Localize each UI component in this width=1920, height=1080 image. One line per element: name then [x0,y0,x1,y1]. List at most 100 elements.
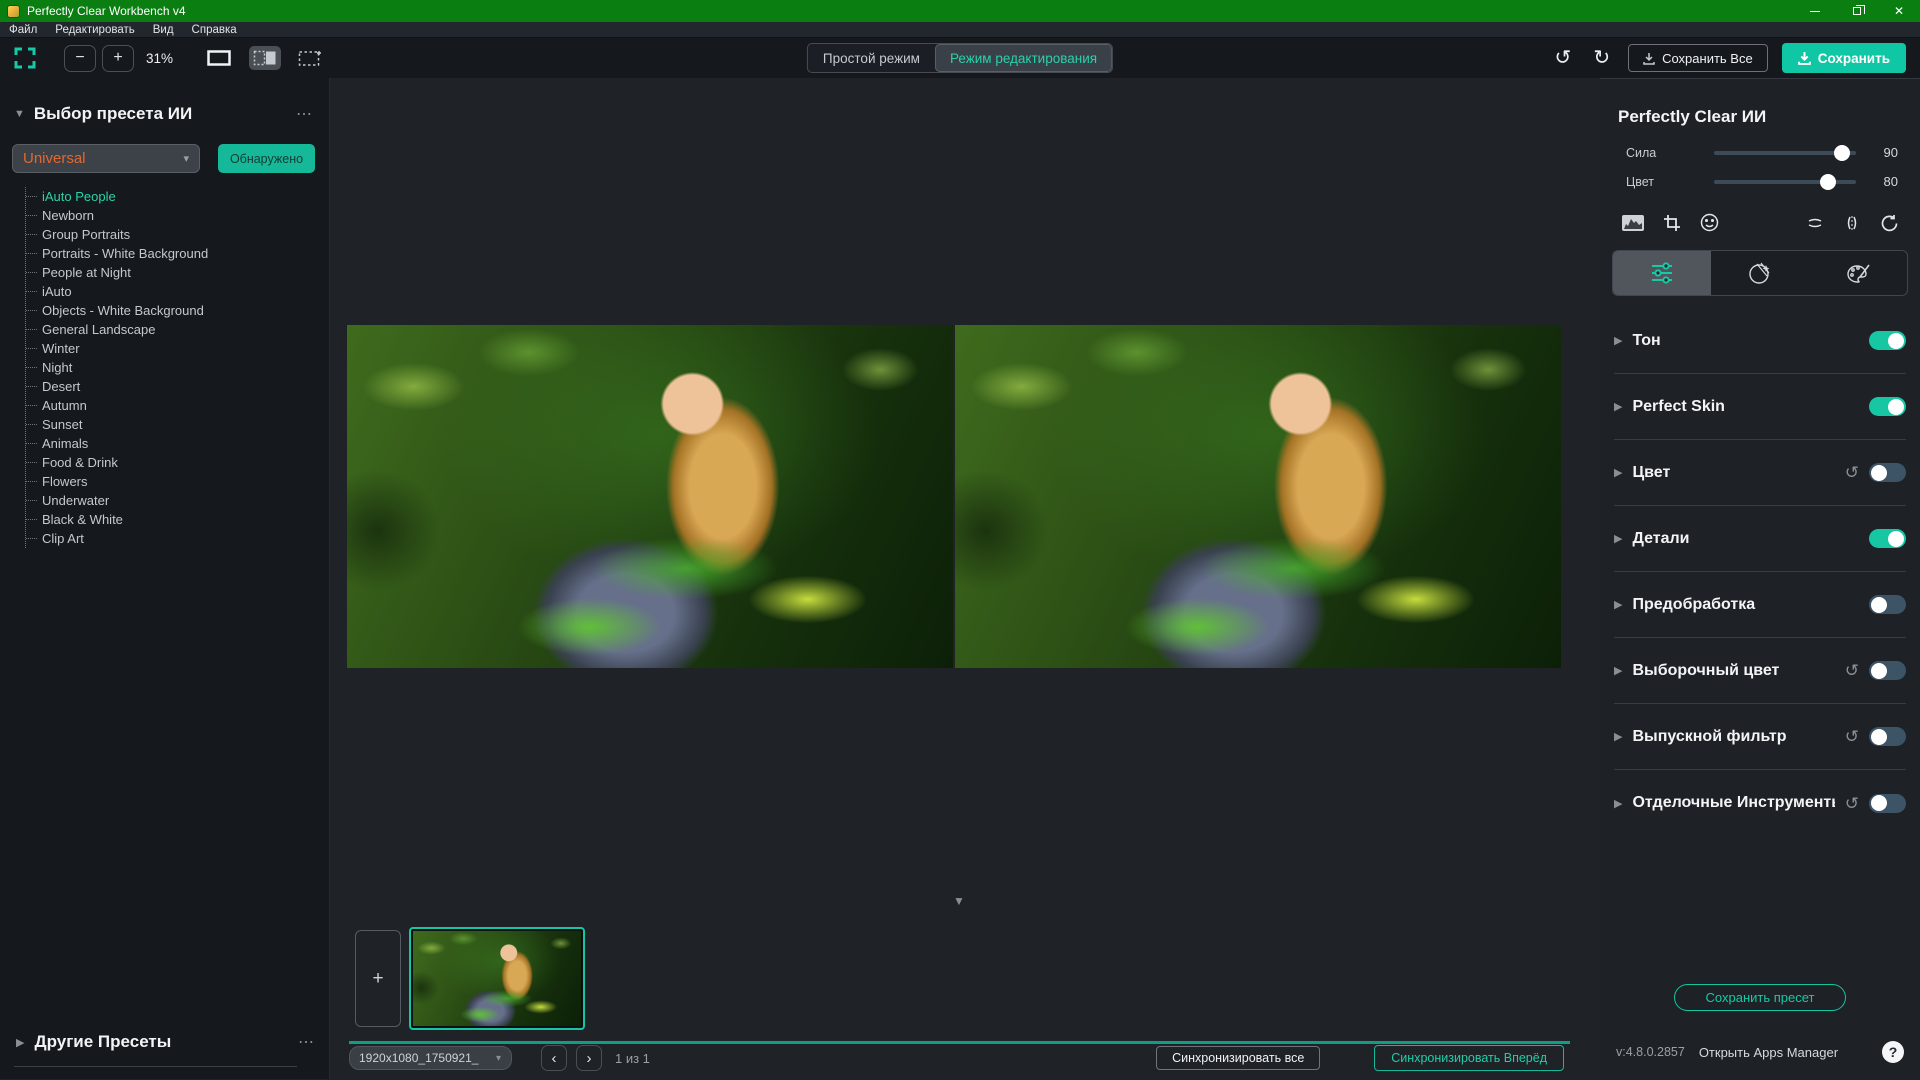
rotate-icon[interactable] [1880,214,1898,232]
redo-button[interactable]: ↻ [1589,48,1614,68]
expand-arrow-icon[interactable]: ▶ [1614,664,1622,677]
preset-item[interactable]: Autumn [26,396,329,415]
filmstrip-collapse-icon[interactable]: ▼ [953,894,965,908]
preset-item[interactable]: Flowers [26,472,329,491]
save-button[interactable]: Сохранить [1782,43,1906,73]
save-preset-button[interactable]: Сохранить пресет [1674,984,1846,1011]
image-before[interactable] [347,325,953,668]
undo-button[interactable]: ↺ [1551,48,1576,68]
reset-icon[interactable]: ↺ [1845,795,1859,812]
crop-icon[interactable] [1663,214,1681,232]
expand-arrow-icon[interactable]: ▶ [1614,532,1622,545]
prev-image-button[interactable]: ‹ [541,1045,567,1071]
section-toggle[interactable] [1869,463,1906,482]
preset-item[interactable]: Portraits - White Background [26,244,329,263]
color-slider[interactable] [1714,180,1856,184]
tab-paint[interactable] [1809,251,1907,295]
side-by-side-view-button[interactable] [295,46,327,70]
preset-item[interactable]: Winter [26,339,329,358]
sync-all-button[interactable]: Синхронизировать все [1156,1046,1320,1070]
section-toggle[interactable] [1869,331,1906,350]
menu-view[interactable]: Вид [153,24,174,36]
expand-arrow-icon[interactable]: ▶ [1614,400,1622,413]
preset-item[interactable]: Underwater [26,491,329,510]
face-icon[interactable] [1700,213,1719,232]
next-image-button[interactable]: › [576,1045,602,1071]
preset-item[interactable]: People at Night [26,263,329,282]
section-finishing-tools[interactable]: ▶ Отделочные Инструменты ↺ [1614,770,1906,836]
section-toggle[interactable] [1869,727,1906,746]
minimize-button[interactable] [1794,0,1836,22]
tree-twig [26,348,37,349]
zoom-in-button[interactable]: + [102,45,134,72]
section-toggle[interactable] [1869,661,1906,680]
detected-button[interactable]: Обнаружено [218,144,315,173]
section-toggle[interactable] [1869,794,1906,813]
section-perfect-skin[interactable]: ▶ Perfect Skin ↺ [1614,374,1906,440]
preset-category-dropdown[interactable]: Universal ▾ [12,144,200,173]
single-view-button[interactable] [203,46,235,70]
zoom-out-button[interactable]: − [64,45,96,72]
reset-icon[interactable]: ↺ [1845,464,1859,481]
preset-item[interactable]: Black & White [26,510,329,529]
expand-arrow-icon[interactable]: ▶ [1614,797,1622,810]
section-ton[interactable]: ▶ Тон ↺ [1614,308,1906,374]
menu-edit[interactable]: Редактировать [55,24,134,36]
other-presets-menu-dots[interactable]: ⋯ [298,1032,315,1052]
expand-arrow-icon[interactable]: ▶ [1614,598,1622,611]
preset-item[interactable]: General Landscape [26,320,329,339]
menu-file[interactable]: Файл [9,24,37,36]
preset-item[interactable]: Group Portraits [26,225,329,244]
tab-retouch[interactable] [1711,251,1809,295]
filename-dropdown[interactable]: 1920x1080_1750921_ ▾ [349,1046,512,1070]
section-selective-color[interactable]: ▶ Выборочный цвет ↺ [1614,638,1906,704]
tab-edit-mode[interactable]: Режим редактирования [935,44,1112,72]
other-presets-title[interactable]: Другие Пресеты [34,1032,288,1052]
help-button[interactable]: ? [1882,1041,1904,1063]
section-preprocessing[interactable]: ▶ Предобработка ↺ [1614,572,1906,638]
preset-item[interactable]: Objects - White Background [26,301,329,320]
tab-adjustments[interactable] [1613,251,1711,295]
preset-item[interactable]: Night [26,358,329,377]
section-color[interactable]: ▶ Цвет ↺ [1614,440,1906,506]
section-toggle[interactable] [1869,595,1906,614]
open-apps-manager-link[interactable]: Открыть Apps Manager [1699,1045,1838,1060]
preset-item[interactable]: Animals [26,434,329,453]
preset-item[interactable]: iAuto [26,282,329,301]
reset-icon[interactable]: ↺ [1845,662,1859,679]
add-image-button[interactable]: + [355,930,401,1027]
reset-icon[interactable]: ↺ [1845,728,1859,745]
strength-slider[interactable] [1714,151,1856,155]
section-toggle[interactable] [1869,529,1906,548]
split-view-button[interactable] [249,46,281,70]
preset-item[interactable]: iAuto People [26,187,329,206]
fit-to-screen-icon[interactable] [14,47,36,69]
tab-simple-mode[interactable]: Простой режим [808,44,935,72]
sync-forward-button[interactable]: Синхронизировать Вперёд [1374,1045,1564,1071]
section-toggle[interactable] [1869,397,1906,416]
slider-knob[interactable] [1834,145,1850,161]
flip-vertical-icon[interactable] [1806,214,1824,232]
expand-arrow-icon[interactable]: ▶ [1614,334,1622,347]
expand-arrow-icon[interactable]: ▶ [1614,466,1622,479]
preset-menu-dots[interactable]: ⋯ [296,104,313,124]
section-output-filter[interactable]: ▶ Выпускной фильтр ↺ [1614,704,1906,770]
preset-item[interactable]: Desert [26,377,329,396]
collapse-arrow-icon[interactable]: ▼ [14,108,25,120]
preset-item[interactable]: Sunset [26,415,329,434]
expand-arrow-icon[interactable]: ▶ [16,1036,24,1049]
menu-help[interactable]: Справка [192,24,237,36]
restore-button[interactable] [1836,0,1878,22]
flip-horizontal-icon[interactable] [1843,214,1861,232]
close-button[interactable]: ✕ [1878,0,1920,22]
thumbnail-selected[interactable] [409,927,585,1030]
slider-knob[interactable] [1820,174,1836,190]
preset-item[interactable]: Newborn [26,206,329,225]
expand-arrow-icon[interactable]: ▶ [1614,730,1622,743]
histogram-icon[interactable] [1622,215,1644,231]
section-details[interactable]: ▶ Детали ↺ [1614,506,1906,572]
image-after[interactable] [955,325,1561,668]
preset-item[interactable]: Food & Drink [26,453,329,472]
save-all-button[interactable]: Сохранить Все [1628,44,1768,72]
preset-item[interactable]: Clip Art [26,529,329,548]
